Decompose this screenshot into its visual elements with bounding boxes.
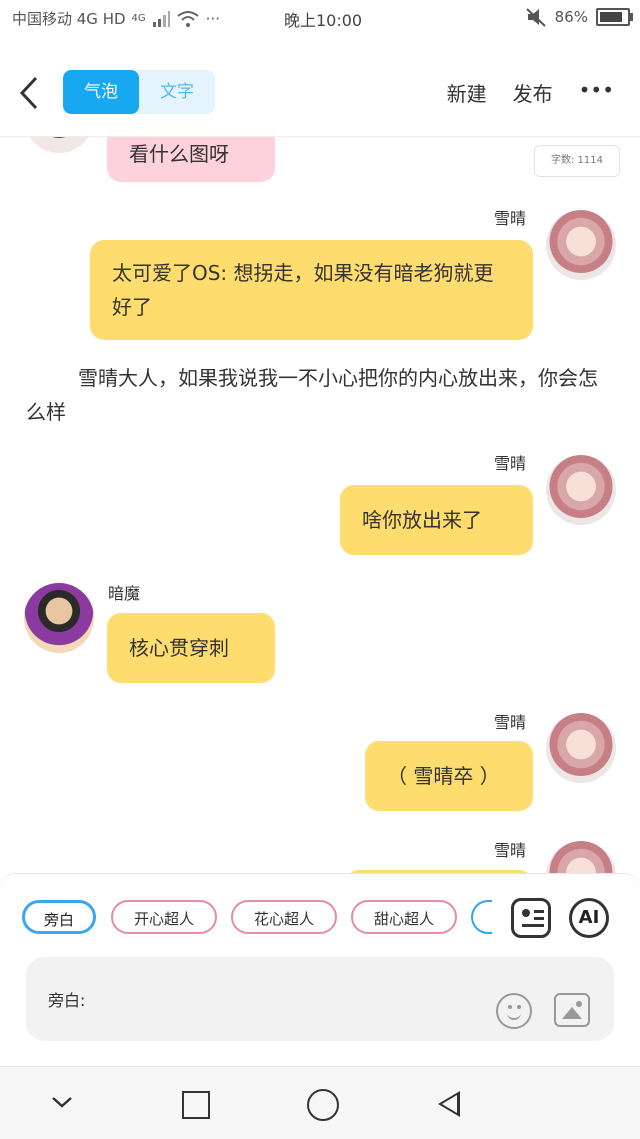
list-card-icon[interactable] <box>511 898 551 938</box>
speaker-name: 雪晴 <box>494 713 527 732</box>
input-label: 旁白: <box>48 991 86 1010</box>
tab-bubble[interactable]: 气泡 <box>63 70 139 114</box>
square-icon[interactable] <box>182 1091 210 1119</box>
chip-role[interactable]: 甜心超人 <box>351 900 457 934</box>
avatar[interactable] <box>546 841 616 873</box>
mode-segment: 气泡 文字 <box>63 70 215 114</box>
chip-role[interactable]: 开心超人 <box>111 900 217 934</box>
status-bar: 中国移动 4G HD 4G ··· 晚上10:00 86% <box>0 0 640 36</box>
role-chips: 旁白 开心超人 花心超人 甜心超人 <box>22 900 492 938</box>
battery-percent: 86% <box>554 8 588 26</box>
word-count-badge: 字数: 1114 <box>534 145 620 177</box>
new-button[interactable]: 新建 <box>447 78 487 107</box>
more-status: ··· <box>205 9 220 28</box>
composer-panel: 旁白 开心超人 花心超人 甜心超人 AI 旁白: <box>0 873 640 1064</box>
more-button[interactable]: ••• <box>579 78 614 107</box>
speaker-name: 暗魔 <box>108 584 141 603</box>
chevron-left-icon[interactable] <box>18 76 40 114</box>
speaker-name: 雪晴 <box>494 454 527 473</box>
avatar[interactable] <box>24 583 94 653</box>
tab-text[interactable]: 文字 <box>139 70 215 114</box>
avatar[interactable] <box>546 713 616 783</box>
chip-narration[interactable]: 旁白 <box>22 900 96 934</box>
message-bubble[interactable]: 核心贯穿刺 <box>107 613 275 683</box>
chip-role[interactable] <box>471 900 492 934</box>
narration-text[interactable]: 雪晴大人，如果我说我一不小心把你的内心放出来，你会怎么样 <box>26 361 616 429</box>
message-input[interactable]: 旁白: <box>26 957 614 1041</box>
carrier-label: 中国移动 4G HD <box>12 10 126 28</box>
avatar[interactable] <box>24 137 94 153</box>
triangle-back-icon[interactable] <box>438 1091 460 1117</box>
message-bubble[interactable]: 看什么图呀 <box>107 137 275 182</box>
message-bubble[interactable]: 太可爱了OS: 想拐走，如果没有暗老狗就更好了 <box>90 240 533 340</box>
circle-icon[interactable] <box>307 1089 339 1121</box>
speaker-name: 雪晴 <box>494 841 527 860</box>
avatar[interactable] <box>546 455 616 525</box>
speaker-name: 雪晴 <box>494 209 527 228</box>
image-icon[interactable] <box>554 993 590 1027</box>
clock: 晚上10:00 <box>284 11 363 30</box>
avatar[interactable] <box>546 210 616 280</box>
wifi-icon <box>177 10 199 27</box>
publish-button[interactable]: 发布 <box>513 78 553 107</box>
ai-icon[interactable]: AI <box>569 898 609 938</box>
mute-icon <box>525 8 546 27</box>
top-bar: 气泡 文字 新建 发布 ••• <box>0 50 640 137</box>
message-bubble[interactable]: （ 雪晴卒 ） <box>365 741 533 811</box>
system-nav-bar <box>0 1066 640 1139</box>
emoji-icon[interactable] <box>496 993 532 1029</box>
battery-icon <box>596 8 633 26</box>
chat-area[interactable]: 看什么图呀 字数: 1114 雪晴 太可爱了OS: 想拐走，如果没有暗老狗就更好… <box>0 137 640 873</box>
message-bubble[interactable]: 啥你放出来了 <box>340 485 533 555</box>
chevron-down-icon[interactable] <box>50 1087 74 1115</box>
network-label: 4G <box>131 13 146 24</box>
chip-role[interactable]: 花心超人 <box>231 900 337 934</box>
signal-icon <box>152 10 170 27</box>
